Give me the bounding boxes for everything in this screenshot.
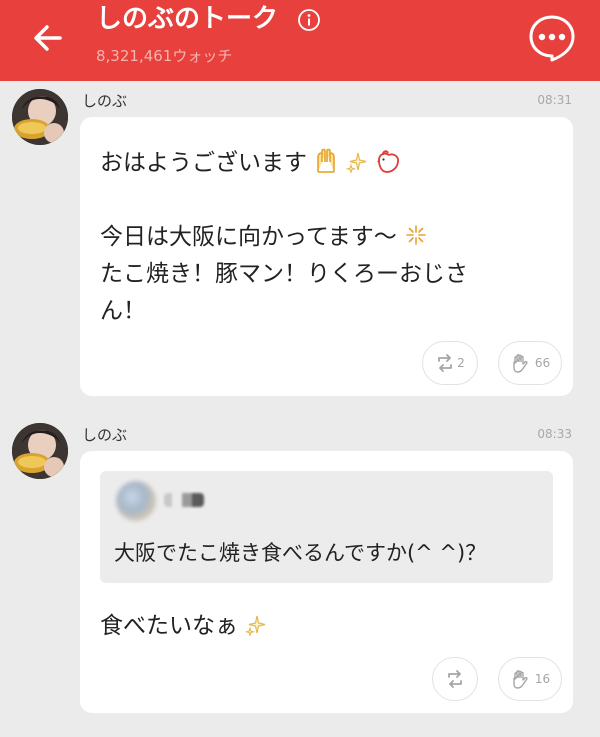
- message-line: 今日は大阪に向かってます〜: [100, 219, 428, 256]
- info-icon: [298, 9, 320, 31]
- quoted-message[interactable]: 大阪でたこ焼き食べるんですか(^ ^)？: [100, 471, 553, 583]
- clap-hand-icon: [513, 354, 528, 373]
- post-time: 08:33: [537, 427, 572, 441]
- sparkles-icon: [345, 152, 366, 175]
- sparkle-icon: [406, 225, 426, 245]
- message-text: おはようございます: [100, 150, 307, 176]
- clap-button[interactable]: 16: [498, 657, 562, 701]
- info-button[interactable]: [297, 8, 321, 32]
- raised-hands-icon: [317, 148, 336, 173]
- repost-button[interactable]: 2: [422, 341, 478, 385]
- post-time: 08:31: [537, 93, 572, 107]
- author-name: しのぶ: [82, 92, 128, 110]
- message-line: たこ焼き！豚マン！りくろーおじさ: [100, 261, 468, 287]
- quoted-text: 大阪でたこ焼き食べるんですか(^ ^)？: [114, 541, 487, 565]
- chat-bubble-icon: [529, 15, 575, 62]
- repost-count: 2: [457, 356, 465, 370]
- clap-count: 66: [534, 356, 551, 370]
- clap-hand-icon: [513, 670, 528, 689]
- sparkles-icon: [245, 615, 266, 638]
- arrow-left-icon: [34, 25, 62, 51]
- message-card: 大阪でたこ焼き食べるんですか(^ ^)？ 食べたいなぁ 16: [80, 451, 573, 713]
- app-header: しのぶのトーク 8,321,461ウォッチ: [0, 0, 600, 81]
- chat-button[interactable]: [526, 12, 578, 64]
- back-button[interactable]: [28, 18, 68, 58]
- page-title: しのぶのトーク: [96, 4, 279, 34]
- repost-button[interactable]: [432, 657, 478, 701]
- quoted-avatar: [116, 481, 156, 521]
- avatar-image: [12, 423, 68, 479]
- post: しのぶ 08:33 大阪でたこ焼き食べるんですか(^ ^)？ 食べたいなぁ 16: [0, 415, 600, 715]
- repost-icon: [438, 354, 453, 372]
- message-card: おはようございます 今日は大阪に向かってます〜 たこ焼き！豚マン！りくろーおじさ…: [80, 117, 573, 396]
- message-line: ん！: [100, 298, 146, 324]
- avatar[interactable]: [12, 423, 68, 479]
- watch-count: 8,321,461ウォッチ: [96, 47, 233, 65]
- avatar[interactable]: [12, 89, 68, 145]
- chicken-icon: [376, 150, 399, 173]
- message-line: 食べたいなぁ: [100, 608, 267, 645]
- post: しのぶ 08:31 おはようございます 今日は大阪に向かってます〜 たこ焼き！豚…: [0, 81, 600, 401]
- message-text: 今日は大阪に向かってます〜: [100, 224, 397, 250]
- repost-icon: [448, 670, 462, 688]
- quoted-author-name: [164, 493, 204, 507]
- avatar-image: [12, 89, 68, 145]
- message-line: おはようございます: [100, 145, 401, 182]
- message-text: 食べたいなぁ: [100, 613, 238, 639]
- clap-count: 16: [534, 672, 551, 686]
- author-name: しのぶ: [82, 426, 128, 444]
- clap-button[interactable]: 66: [498, 341, 562, 385]
